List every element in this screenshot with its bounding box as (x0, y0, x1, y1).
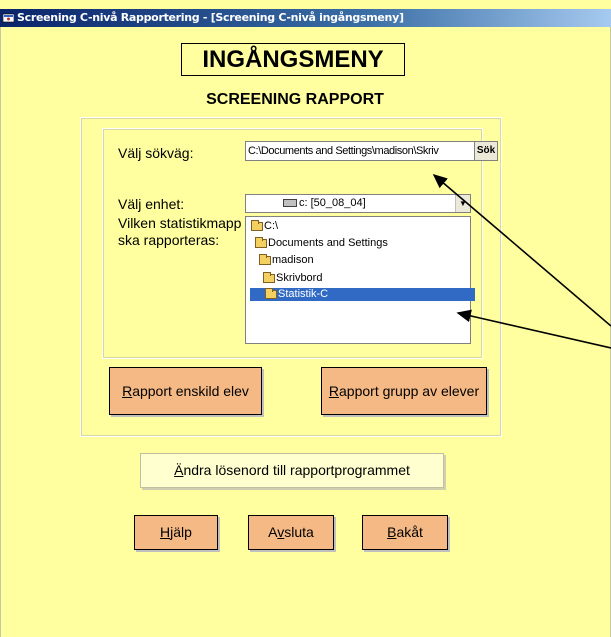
folder-item-statistik-c[interactable]: Statistik-C (250, 288, 475, 301)
button-label: sluta (284, 524, 314, 540)
folder-item-skrivbord[interactable]: Skrivbord (262, 272, 326, 285)
folder-open-icon (255, 237, 267, 248)
report-single-student-button[interactable]: Rapport enskild elev (109, 367, 262, 415)
folder-item-label: Documents and Settings (268, 237, 388, 249)
title-bar[interactable]: Screening C-nivå Rapportering - [Screeni… (0, 9, 611, 27)
application-window: Screening C-nivå Rapportering - [Screeni… (0, 0, 611, 637)
hotkey-letter: R (328, 383, 340, 399)
button-label: apport grupp av elever (339, 383, 480, 399)
chevron-down-icon[interactable]: ▼ (455, 195, 470, 212)
folder-item-root[interactable]: C:\ (250, 220, 282, 233)
folder-item-label: madison (272, 254, 314, 266)
folder-open-icon (265, 288, 277, 299)
hotkey-letter: H (160, 524, 171, 540)
button-label: ndra lösenord till rapportprogrammet (183, 462, 410, 478)
button-label-prefix: A (268, 524, 278, 540)
path-input[interactable]: C:\Documents and Settings\madison\Skriv (245, 141, 497, 161)
folder-label-line2: ska rapporteras: (118, 232, 220, 248)
path-label: Välj sökväg: (118, 145, 194, 161)
folder-label-line1: Vilken statistikmapp (118, 215, 242, 231)
drive-icon (283, 199, 297, 207)
drive-label: Välj enhet: (118, 196, 185, 212)
folder-item-documents[interactable]: Documents and Settings (254, 237, 392, 250)
folder-open-icon (251, 220, 263, 231)
hotkey-letter: R (122, 383, 133, 399)
page-subtitle: SCREENING RAPPORT (206, 91, 384, 108)
page-title: INGÅNGSMENY (181, 43, 405, 76)
exit-button[interactable]: Avsluta (248, 515, 334, 550)
button-label: apport enskild elev (132, 383, 249, 399)
button-label: jälp (170, 524, 192, 540)
window-title: Screening C-nivå Rapportering - [Screeni… (17, 11, 404, 24)
folder-item-madison[interactable]: madison (258, 254, 318, 267)
app-icon (3, 13, 14, 23)
change-password-button[interactable]: Ändra lösenord till rapportprogrammet (140, 453, 444, 488)
back-button[interactable]: Bakåt (362, 515, 448, 550)
folder-open-icon (263, 272, 275, 283)
folder-list[interactable]: C:\ Documents and Settings madison Skriv… (245, 216, 475, 344)
help-button[interactable]: Hjälp (134, 515, 218, 550)
folder-open-icon (259, 254, 271, 265)
report-student-group-button[interactable]: Rapport grupp av elever (321, 367, 487, 415)
folder-item-label: Skrivbord (276, 272, 323, 284)
drive-value: c: [50_08_04] (299, 197, 366, 209)
folder-item-label: Statistik-C (278, 288, 329, 300)
button-label: akåt (396, 524, 423, 540)
search-button[interactable]: Sök (474, 141, 498, 161)
drive-select[interactable]: c: [50_08_04] ▼ (245, 194, 471, 213)
folder-item-label: C:\ (264, 220, 279, 232)
